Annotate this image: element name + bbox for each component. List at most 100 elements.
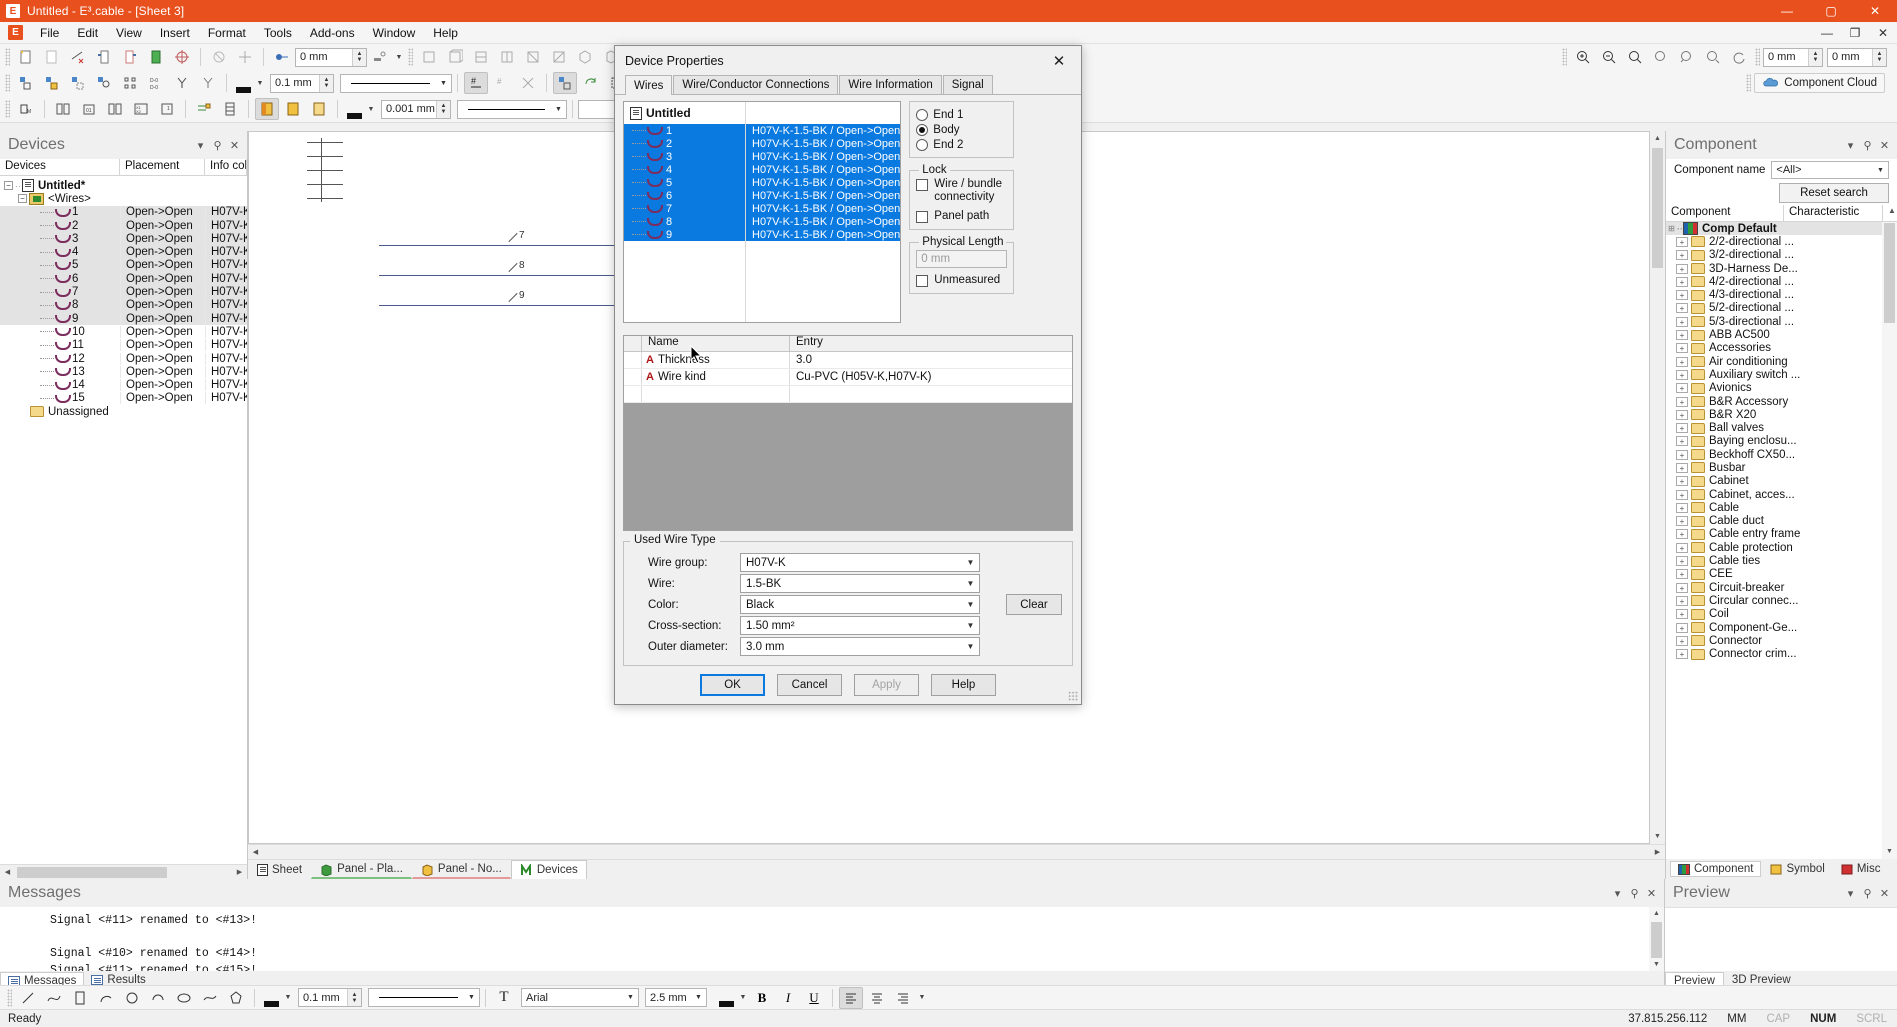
menu-item-file[interactable]: File xyxy=(31,23,68,43)
chevron-down-icon[interactable]: ▼ xyxy=(962,600,979,609)
align-dropdown-icon[interactable]: ▼ xyxy=(394,46,404,68)
dialog-wire-row-detail[interactable]: H07V-K-1.5-BK / Open->Open xyxy=(746,163,901,176)
number-icon[interactable]: # xyxy=(464,72,488,94)
expand-icon[interactable]: + xyxy=(1676,476,1688,487)
tab-component[interactable]: Component xyxy=(1670,861,1762,877)
component-tree-item[interactable]: + Cable protection xyxy=(1666,541,1882,554)
expand-icon[interactable]: + xyxy=(1676,396,1688,407)
tab-misc[interactable]: Misc xyxy=(1834,862,1888,876)
component-name-chevron-down-icon[interactable]: ▼ xyxy=(1873,162,1888,179)
draw-toolbar-grip[interactable] xyxy=(7,988,12,1007)
dialog-tab-wire-conductor-connections[interactable]: Wire/Conductor Connections xyxy=(673,75,839,94)
radio-end-2[interactable]: End 2 xyxy=(916,137,1007,152)
field-combo[interactable]: 3.0 mm ▼ xyxy=(740,637,980,656)
expand-icon[interactable]: + xyxy=(1676,556,1688,567)
component-tree-item[interactable]: + B&R X20 xyxy=(1666,408,1882,421)
component-tree-item[interactable]: + Cabinet, acces... xyxy=(1666,488,1882,501)
component-tree-item[interactable]: +5/3-directional ... xyxy=(1666,315,1882,328)
canvas-scroll-right-icon[interactable]: ▶ xyxy=(1650,845,1665,860)
expand-icon[interactable]: + xyxy=(1676,595,1688,606)
component-tree-item[interactable]: + Component-Ge... xyxy=(1666,621,1882,634)
splice-y-icon[interactable] xyxy=(170,72,194,94)
hatch-style-combo[interactable]: ▼ xyxy=(457,99,567,119)
component-tree-item[interactable]: + Cable duct xyxy=(1666,515,1882,528)
component-tree-item[interactable]: + Circular connec... xyxy=(1666,594,1882,607)
wires-left-rows[interactable]: 123456789 xyxy=(624,124,745,241)
renumber-icon[interactable]: # xyxy=(490,72,514,94)
field-combo[interactable]: 1.5-BK ▼ xyxy=(740,574,980,593)
copy-sheet-icon[interactable] xyxy=(40,46,64,68)
canvas-scroll-up-icon[interactable]: ▲ xyxy=(1650,131,1665,146)
component-tree-item[interactable]: + CEE xyxy=(1666,568,1882,581)
expand-icon[interactable]: + xyxy=(1676,609,1688,620)
menu-item-view[interactable]: View xyxy=(107,23,151,43)
canvas-scroll-left-icon[interactable]: ◀ xyxy=(248,845,263,860)
dialog-tab-signal[interactable]: Signal xyxy=(942,75,993,94)
dialog-tab-wires[interactable]: Wires xyxy=(625,75,673,95)
devices-panel-close-icon[interactable]: ✕ xyxy=(226,137,243,154)
draw-line-style-chevron-down-icon[interactable]: ▼ xyxy=(464,989,479,1006)
toolbar-grip-4[interactable] xyxy=(1755,48,1760,66)
devices-scroll-thumb[interactable] xyxy=(17,866,167,878)
draw-spline-icon[interactable] xyxy=(198,987,222,1009)
preview-panel-close-icon[interactable]: ✕ xyxy=(1876,885,1893,902)
component-row-list[interactable]: +2/2-directional ... +3/2-directional ...… xyxy=(1666,235,1882,661)
component-tree-item[interactable]: + Cabinet xyxy=(1666,475,1882,488)
document-minimize-icon[interactable]: — xyxy=(1813,22,1841,44)
component-column-characteristic[interactable]: Characteristic xyxy=(1784,205,1883,221)
devices-horizontal-scrollbar[interactable]: ◀ ▶ xyxy=(0,864,247,879)
dialog-wire-row-detail[interactable]: H07V-K-1.5-BK / Open->Open xyxy=(746,228,901,241)
device-row[interactable]: 5 Open->OpenH07V-K- xyxy=(0,258,247,273)
chevron-down-icon[interactable]: ▼ xyxy=(962,558,979,567)
expand-icon[interactable]: + xyxy=(1676,263,1688,274)
table-device-icon[interactable] xyxy=(51,98,75,120)
offset-spinner-arrows[interactable]: ▲ ▼ xyxy=(352,48,366,66)
terminal-strip-icon[interactable] xyxy=(218,98,242,120)
menu-app-logo-icon[interactable]: E xyxy=(8,25,23,40)
align-dropdown2-icon[interactable]: ▼ xyxy=(917,987,927,1009)
expand-icon[interactable]: + xyxy=(1676,582,1688,593)
property-entry[interactable]: 3.0 xyxy=(790,352,1072,368)
cabinet-icon[interactable] xyxy=(144,46,168,68)
dialog-wire-row-index[interactable]: 3 xyxy=(624,150,745,163)
doc-tab-sheet[interactable]: Sheet xyxy=(248,860,311,879)
align-right-button[interactable] xyxy=(891,987,915,1009)
expand-icon[interactable]: + xyxy=(1676,449,1688,460)
table-single-icon[interactable]: 1 xyxy=(155,98,179,120)
doc-tab-devices[interactable]: Devices xyxy=(510,860,587,879)
rotate-icon[interactable] xyxy=(579,72,603,94)
devices-scroll-left-icon[interactable]: ◀ xyxy=(0,865,15,880)
small-value-arrows[interactable]: ▲ ▼ xyxy=(436,100,450,118)
cabinet-view-3-icon[interactable] xyxy=(307,98,331,120)
devices-column-info[interactable]: Info colur xyxy=(205,159,247,175)
harness-icon[interactable]: M xyxy=(14,98,38,120)
property-grid-row[interactable]: A Thickness 3.0 xyxy=(624,352,1072,369)
table-numbering-icon[interactable]: 01 xyxy=(77,98,101,120)
draw-polyline-icon[interactable] xyxy=(42,987,66,1009)
menu-item-edit[interactable]: Edit xyxy=(68,23,107,43)
devices-scroll-right-icon[interactable]: ▶ xyxy=(232,865,247,880)
device-row[interactable]: 12 Open->OpenH07V-K- xyxy=(0,352,247,365)
devices-panel-pin-icon[interactable]: ⚲ xyxy=(209,137,226,154)
field-combo[interactable]: Black ▼ xyxy=(740,595,980,614)
expand-icon[interactable]: + xyxy=(1676,649,1688,660)
disable-icon[interactable] xyxy=(207,46,231,68)
property-grid-empty-row[interactable] xyxy=(624,386,1072,403)
close-icon[interactable]: ✕ xyxy=(1853,0,1897,22)
table-pins-icon[interactable] xyxy=(103,98,127,120)
zoom-fit-icon[interactable] xyxy=(1623,46,1647,68)
expand-icon[interactable]: + xyxy=(1676,369,1688,380)
expand-wires-icon[interactable]: − xyxy=(18,194,27,204)
draw-ellipse-icon[interactable] xyxy=(172,987,196,1009)
draw-arc2-icon[interactable] xyxy=(146,987,170,1009)
draw-line-width-spinner[interactable]: 0.1 mm ▲ ▼ xyxy=(298,988,362,1007)
field-combo[interactable]: 1.50 mm² ▼ xyxy=(740,616,980,635)
component-panel-pin-icon[interactable]: ⚲ xyxy=(1859,137,1876,154)
move-icon[interactable] xyxy=(233,46,257,68)
messages-panel-close-icon[interactable]: ✕ xyxy=(1643,885,1660,902)
component-scroll-down-icon[interactable]: ▼ xyxy=(1882,844,1897,859)
expand-icon[interactable]: + xyxy=(1676,436,1688,447)
component-tree-item[interactable]: + Coil xyxy=(1666,608,1882,621)
maximize-icon[interactable]: ▢ xyxy=(1809,0,1853,22)
line-style-chevron-down-icon[interactable]: ▼ xyxy=(436,75,451,92)
